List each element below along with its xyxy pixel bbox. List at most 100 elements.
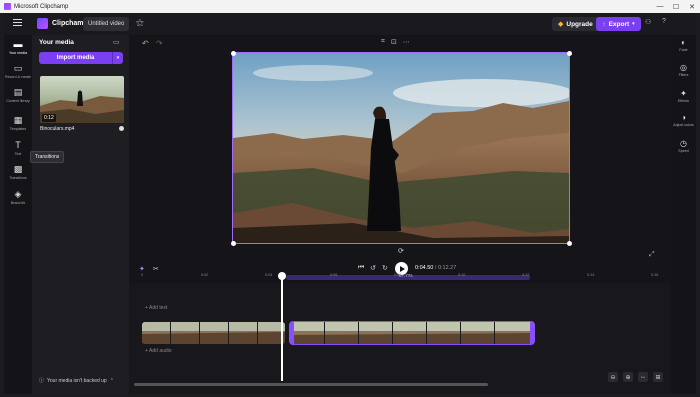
minimize-button[interactable]: —	[652, 0, 668, 13]
video-preview[interactable]	[232, 52, 570, 244]
total-time: 0:12.27	[437, 265, 457, 271]
rail-your-media[interactable]: ▬ Your media	[4, 39, 32, 55]
share-icon[interactable]: ⚇	[645, 18, 651, 26]
brand: Clipchamp	[37, 18, 88, 29]
magic-wand-icon[interactable]: ⚝	[136, 18, 144, 28]
folder-icon: ▬	[13, 39, 23, 49]
rail-filters[interactable]: ◎ Filters	[671, 63, 696, 77]
import-media-label: Import media	[56, 55, 95, 61]
video-clip[interactable]	[142, 322, 285, 344]
rail-fade[interactable]: ◐ Fade	[671, 38, 696, 52]
fit-icon[interactable]: ⊡	[391, 38, 397, 46]
rotate-handle-icon[interactable]: ⟳	[398, 247, 404, 255]
filters-icon: ◎	[680, 63, 687, 72]
hamburger-menu-icon[interactable]	[13, 19, 22, 28]
resize-handle[interactable]	[231, 51, 236, 56]
rail-templates[interactable]: ▦ Templates	[4, 115, 32, 131]
transitions-icon: ▩	[13, 164, 23, 174]
video-frame	[233, 53, 569, 243]
chevron-down-icon: ▾	[632, 21, 635, 27]
rail-label: Brand kit	[10, 201, 26, 205]
forward-icon[interactable]: ↻	[382, 264, 388, 272]
rail-content-library[interactable]: ▤ Content library	[4, 87, 32, 103]
zoom-in-icon[interactable]: ⊕	[623, 372, 633, 382]
export-label: Export	[608, 20, 630, 28]
skip-back-icon[interactable]: ⏮	[358, 264, 364, 272]
ruler-tick: 0:16	[651, 273, 659, 277]
right-rail: ◐ Fade ◎ Filters ✦ Effects ◑ Adjust colo…	[671, 35, 696, 394]
rail-label: Text	[14, 152, 22, 156]
chevron-down-icon[interactable]: ▾	[112, 52, 123, 64]
rail-brand-kit[interactable]: ◈ Brand kit	[4, 189, 32, 205]
project-title[interactable]: Untitled video	[83, 17, 130, 31]
chevron-up-icon: ⌃	[109, 377, 114, 384]
zoom-out-icon[interactable]: ⊖	[608, 372, 618, 382]
expand-timeline-icon[interactable]: ⊞	[653, 372, 663, 382]
rail-label: Record & create	[5, 75, 31, 79]
resize-handle[interactable]	[567, 241, 572, 246]
panel-collapse-icon[interactable]: ▭	[113, 38, 120, 46]
maximize-button[interactable]: ☐	[668, 0, 684, 13]
rail-label: Your media	[8, 51, 28, 55]
crop-icon[interactable]: ⌗	[381, 38, 385, 46]
rail-record-create[interactable]: ▭ Record & create	[4, 63, 32, 79]
playhead[interactable]	[281, 276, 283, 381]
speed-icon: ◷	[680, 139, 687, 148]
rewind-icon[interactable]: ↺	[370, 264, 376, 272]
library-icon: ▤	[13, 87, 23, 97]
clip-filmstrip	[142, 322, 285, 344]
upgrade-button[interactable]: ◆ Upgrade	[552, 17, 599, 31]
rail-speed[interactable]: ◷ Speed	[671, 139, 696, 153]
ruler-tick: 0:06	[330, 273, 338, 277]
rail-label: Effects	[678, 99, 689, 103]
ruler-tick: 0:08	[394, 273, 402, 277]
clipchamp-logo	[37, 18, 48, 29]
text-track[interactable]: + Add text	[137, 304, 666, 313]
media-panel-title: Your media	[39, 39, 74, 46]
rail-label: Templates	[9, 127, 27, 131]
ruler-tick: 0	[141, 273, 144, 277]
window-title: Microsoft Clipchamp	[14, 3, 69, 10]
audio-track[interactable]: + Add audio	[137, 347, 666, 357]
resize-handle[interactable]	[567, 51, 572, 56]
media-thumbnail[interactable]: 0:12	[40, 76, 124, 123]
export-button[interactable]: ↑ Export ▾	[596, 17, 641, 31]
timeline-scrollbar[interactable]	[134, 383, 488, 386]
effects-icon: ✦	[680, 89, 687, 98]
fade-icon: ◐	[681, 38, 686, 47]
redo-icon[interactable]: ↷	[156, 39, 163, 48]
camera-icon: ▭	[13, 63, 23, 73]
selected-video-clip[interactable]	[289, 321, 535, 345]
rail-label: Speed	[678, 149, 689, 153]
undo-icon[interactable]: ↶	[142, 39, 149, 48]
fit-timeline-icon[interactable]: ↔	[638, 372, 648, 382]
timeline-ruler[interactable]: 07.77s 0 0:02 0:04 0:06 0:08 0:10 0:12 0…	[137, 272, 662, 282]
resize-handle[interactable]	[231, 241, 236, 246]
ruler-tick: 0:14	[587, 273, 595, 277]
top-bar: Clipchamp Untitled video ⚝ ◆ Upgrade ↑ E…	[4, 13, 696, 35]
brand-kit-icon: ◈	[14, 189, 22, 199]
rail-transitions[interactable]: ▩ Transitions	[4, 164, 32, 180]
text-icon: T	[15, 140, 21, 150]
backup-text: Your media isn't backed up	[47, 377, 107, 384]
preview-toolbar: ⌗ ⊡ ⋯	[381, 38, 410, 46]
ruler-tick: 0:04	[265, 273, 273, 277]
ruler-tick: 0:12	[522, 273, 530, 277]
rail-effects[interactable]: ✦ Effects	[671, 89, 696, 103]
fullscreen-icon[interactable]: ⤢	[649, 251, 655, 259]
backup-notice[interactable]: ⓘ Your media isn't backed up ⌃	[39, 377, 114, 385]
help-icon[interactable]: ?	[662, 18, 666, 25]
add-to-timeline-icon[interactable]	[119, 126, 124, 131]
info-icon: ⓘ	[39, 378, 45, 384]
more-icon[interactable]: ⋯	[403, 38, 410, 46]
import-media-button[interactable]: Import media ▾	[39, 52, 123, 64]
media-panel: Your media ▭ Import media ▾ 0:12 Binocul…	[32, 35, 129, 394]
rail-text[interactable]: T Text	[4, 140, 32, 156]
media-duration: 0:12	[42, 114, 56, 122]
rail-adjust-colors[interactable]: ◑ Adjust colors	[671, 113, 696, 127]
left-rail: ▬ Your media ▭ Record & create ▤ Content…	[4, 35, 32, 394]
diamond-icon: ◆	[558, 21, 564, 28]
clip-filmstrip	[290, 322, 534, 344]
close-window-button[interactable]: ✕	[684, 0, 700, 13]
tooltip: Transitions	[30, 151, 65, 163]
